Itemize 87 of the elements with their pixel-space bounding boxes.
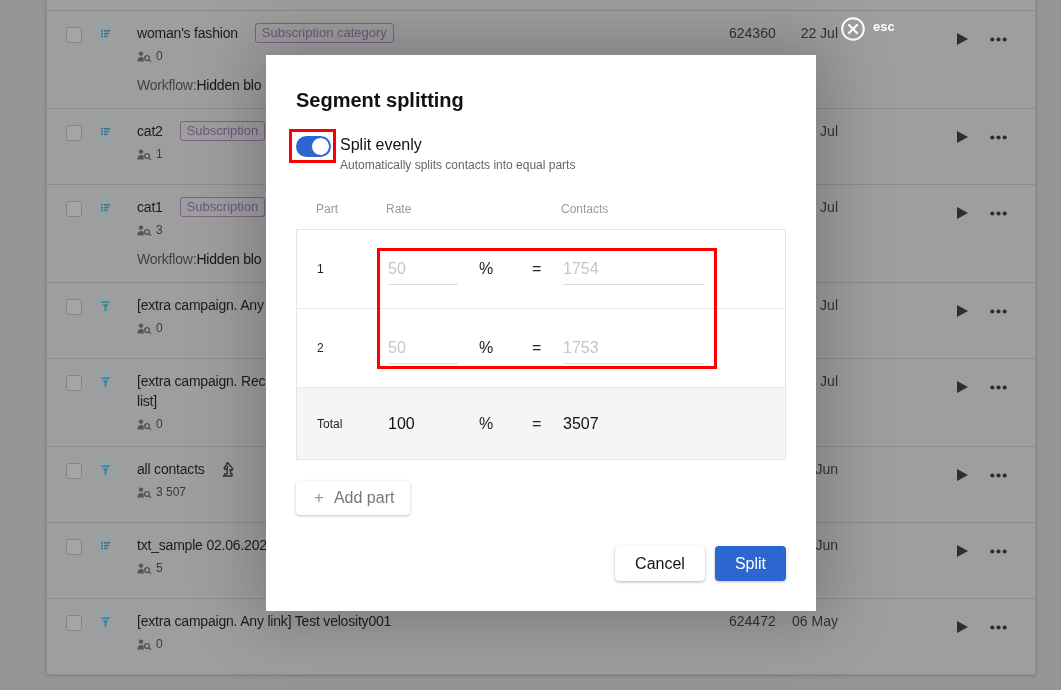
checkbox[interactable]: [66, 27, 82, 43]
contacts-count: 5: [156, 560, 163, 577]
equals-sign: =: [531, 339, 543, 357]
contacts-search-icon: [137, 322, 152, 334]
segment-date: Jul: [819, 122, 838, 141]
play-icon[interactable]: [957, 469, 968, 481]
category-tag: Subscription category: [254, 23, 394, 43]
segment-date: 06 May: [791, 612, 838, 631]
more-icon[interactable]: [990, 549, 1007, 554]
checkbox[interactable]: [66, 299, 82, 315]
column-header: Part: [316, 201, 339, 217]
contacts-count: 3: [156, 222, 163, 239]
play-icon[interactable]: [957, 545, 968, 557]
contacts-search-icon: [137, 224, 152, 236]
checkbox[interactable]: [66, 539, 82, 555]
segment-id: 624360: [729, 24, 777, 43]
more-icon[interactable]: [990, 473, 1007, 478]
toggle-switch[interactable]: [296, 136, 331, 157]
contacts-search-icon: [137, 486, 152, 498]
close-button[interactable]: esc: [841, 17, 895, 41]
segment-date: Jun: [814, 536, 838, 555]
contacts-count: 1: [156, 146, 163, 163]
segment-title: woman's fashion: [137, 24, 238, 43]
play-icon[interactable]: [957, 33, 968, 45]
segment-date: 22 Jul: [799, 24, 838, 43]
percent-sign: %: [478, 414, 495, 433]
more-icon[interactable]: [990, 385, 1007, 390]
segment-title: all contacts: [137, 460, 205, 479]
segment-title: cat2: [137, 122, 163, 141]
contacts-search-icon: [137, 50, 152, 62]
play-icon[interactable]: [957, 131, 968, 143]
column-header: Contacts: [561, 201, 610, 217]
toggle-description: Automatically splits contacts into equal parts: [340, 157, 576, 173]
cancel-button[interactable]: Cancel: [615, 546, 705, 581]
percent-sign: %: [478, 339, 495, 357]
checkbox[interactable]: [66, 201, 82, 217]
more-icon[interactable]: [990, 135, 1007, 140]
contacts-search-icon: [137, 562, 152, 574]
percent-sign: %: [478, 260, 495, 278]
total-rate: 100: [387, 414, 416, 433]
contacts-search-icon: [137, 418, 152, 430]
add-part-button[interactable]: + Add part: [296, 481, 411, 515]
play-icon[interactable]: [957, 305, 968, 317]
play-icon[interactable]: [957, 207, 968, 219]
more-icon[interactable]: [990, 37, 1007, 42]
category-tag: Subscription: [179, 121, 266, 141]
more-icon[interactable]: [990, 211, 1007, 216]
total-contacts: 3507: [562, 414, 600, 433]
segment-date: Jul: [819, 198, 838, 217]
split-button[interactable]: Split: [715, 546, 786, 581]
plus-icon: +: [314, 488, 324, 508]
segment-date: Jul: [819, 372, 838, 391]
contacts-search-icon: [137, 148, 152, 160]
segment-title: cat1: [137, 198, 163, 217]
segment-title: [extra campaign. Rec list]: [137, 372, 266, 411]
part-number: 1: [317, 262, 325, 276]
play-icon[interactable]: [957, 621, 968, 633]
dialog-title: Segment splitting: [296, 88, 465, 112]
checkbox[interactable]: [66, 375, 82, 391]
segment-date: Jul: [819, 296, 838, 315]
contacts-count: 0: [156, 636, 163, 653]
more-icon[interactable]: [990, 625, 1007, 630]
workflow-text: Workflow:Hidden blo: [137, 76, 262, 95]
category-tag: Subscription: [179, 197, 266, 217]
total-label: Total: [317, 416, 344, 431]
play-icon[interactable]: [957, 381, 968, 393]
segment-title: [extra campaign. Any: [137, 296, 264, 315]
checkbox[interactable]: [66, 615, 82, 631]
checkbox[interactable]: [66, 125, 82, 141]
part-number: 2: [317, 341, 325, 355]
contacts-count: 0: [156, 48, 163, 65]
more-icon[interactable]: [990, 309, 1007, 314]
segment-date: Jun: [814, 460, 838, 479]
contacts-search-icon: [137, 638, 152, 650]
segment-title: [extra campaign. Any link] Test velosity001: [137, 612, 392, 631]
contacts-count: 3 507: [156, 484, 187, 501]
equals-sign: =: [531, 260, 543, 278]
segment-title: txt_sample 02.06.202: [137, 536, 267, 555]
workflow-text: Workflow:Hidden blo: [137, 250, 262, 269]
close-icon: [841, 17, 865, 41]
contacts-count: 0: [156, 416, 163, 433]
column-header: Rate: [386, 201, 413, 217]
checkbox[interactable]: [66, 463, 82, 479]
contacts-count: 0: [156, 320, 163, 337]
equals-sign: =: [531, 414, 543, 433]
segment-id: 624472: [729, 612, 777, 631]
toggle-label: Split evenly: [340, 135, 423, 155]
